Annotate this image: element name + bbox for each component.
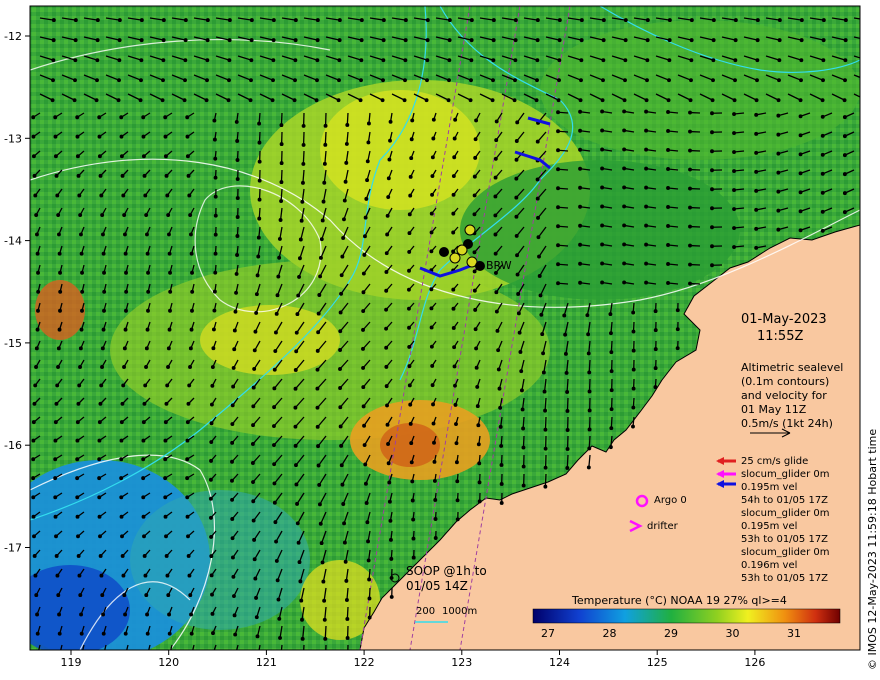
altimetry-line: and velocity for [741,389,827,402]
lon-tick-label: 121 [256,656,277,669]
drifter-label: drifter [647,521,678,532]
colorbar-tick-label: 31 [787,627,801,640]
colorbar-tick-label: 27 [541,627,555,640]
lat-tick-label: -17 [4,542,22,555]
glider-legend-line: slocum_glider 0m [741,547,830,558]
colorbar [532,608,841,624]
glider-legend-line: slocum_glider 0m [741,508,830,519]
lon-tick-label: 119 [61,656,82,669]
glider-legend-line: 53h to 01/05 17Z [741,573,829,584]
altimetry-line: 0.5m/s (1kt 24h) [741,417,833,430]
soop-label-2: 01/05 14Z [406,579,468,593]
colorbar-tick-label: 29 [664,627,678,640]
soop-label-1: SOOP @1h to [406,564,487,578]
glider-legend-line: 25 cm/s glide [741,456,809,467]
colorbar-tick-label: 30 [726,627,740,640]
lon-tick-label: 123 [451,656,472,669]
lat-tick-label: -15 [4,337,22,350]
lon-tick-label: 125 [647,656,668,669]
lon-tick-label: 122 [354,656,375,669]
glider-legend-line: 53h to 01/05 17Z [741,534,829,545]
altimetry-description: Altimetric sealevel (0.1m contours) and ve… [741,361,843,431]
station-label: BRW [486,259,512,272]
colorbar-tick-label: 28 [603,627,617,640]
glider-legend-line: slocum_glider 0m [741,469,830,480]
glider-legend: 25 cm/s glide slocum_glider 0m 0.195m vel 5… [741,455,829,585]
altimetry-line: Altimetric sealevel [741,361,844,374]
latitude-axis: -12 -13 -14 -15 -16 -17 [4,30,30,555]
glider-legend-line: 54h to 01/05 17Z [741,495,829,506]
date-label: 01-May-2023 [741,312,827,327]
lat-tick-label: -12 [4,30,22,43]
altimetry-line: 01 May 11Z [741,403,807,416]
lat-tick-label: -13 [4,132,22,145]
lon-tick-label: 120 [158,656,179,669]
depth-1000-label: 1000m [442,606,478,617]
time-label: 11:55Z [757,329,804,344]
longitude-axis: 119 120 121 122 123 124 125 126 [61,650,765,669]
credit-label: © IMOS 12-May-2023 11:59:18 Hobart time [866,428,879,670]
glider-legend-line: 0.195m vel [741,521,798,532]
lat-tick-label: -14 [4,235,22,248]
lon-tick-label: 126 [744,656,765,669]
argo-label: Argo 0 [654,495,687,506]
legend-glider-arrows [716,457,736,488]
glider-legend-line: 0.196m vel [741,560,798,571]
depth-200-label: 200 [416,606,436,617]
lat-tick-label: -16 [4,439,22,452]
colorbar-title: Temperature (°C) NOAA 19 27% ql>=4 [572,594,787,607]
lon-tick-label: 124 [549,656,570,669]
altimetry-line: (0.1m contours) [741,375,830,388]
glider-legend-line: 0.195m vel [741,482,798,493]
